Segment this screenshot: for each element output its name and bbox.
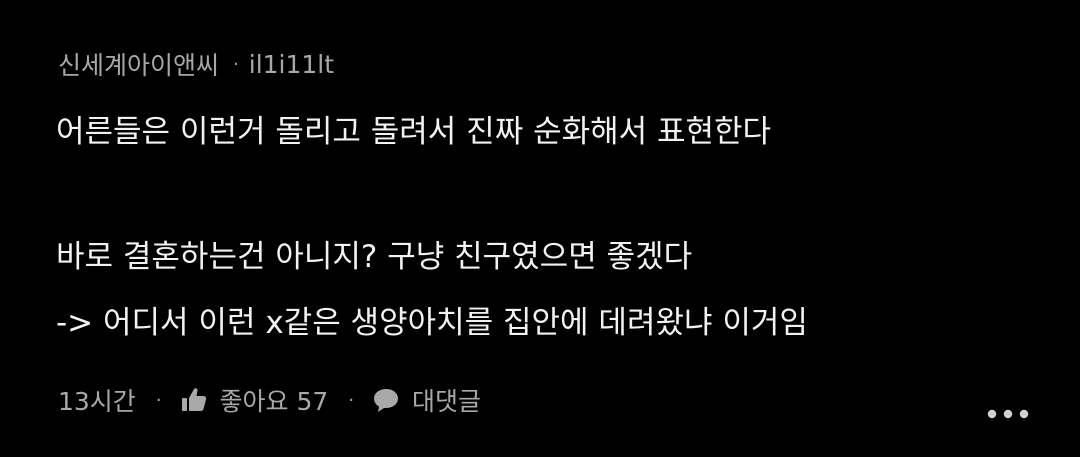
footer-separator: · [348, 389, 355, 411]
comment-header: 신세계아이앤씨 · il1i11lt [58, 44, 334, 84]
more-dots-icon [987, 409, 1029, 419]
author-name[interactable]: 신세계아이앤씨 [58, 46, 219, 82]
thumbs-up-icon[interactable] [180, 386, 208, 414]
comment-text-line-1: 어른들은 이런거 돌리고 돌려서 진짜 순화해서 표현한다 [56, 114, 772, 150]
comment-time: 13시간 [58, 387, 136, 416]
comment-card: 신세계아이앤씨 · il1i11lt 어른들은 이런거 돌리고 돌려서 진짜 순… [0, 0, 1080, 457]
comment-footer: 13시간 · 좋아요 57 · 대댓글 [58, 380, 481, 420]
footer-separator: · [155, 389, 162, 411]
comment-text-line-2: 바로 결혼하는건 아니지? 구냥 친구였으면 좋겠다 [56, 239, 693, 275]
comment-text-line-3: -> 어디서 이런 x같은 생양아치를 집안에 데려왔냐 이거임 [56, 305, 808, 341]
author-id[interactable]: il1i11lt [249, 50, 334, 79]
like-button[interactable]: 좋아요 57 [220, 382, 329, 418]
header-separator: · [233, 53, 239, 75]
more-options-button[interactable] [980, 396, 1036, 432]
reply-button[interactable]: 대댓글 [412, 382, 481, 418]
speech-bubble-icon[interactable] [372, 386, 400, 414]
